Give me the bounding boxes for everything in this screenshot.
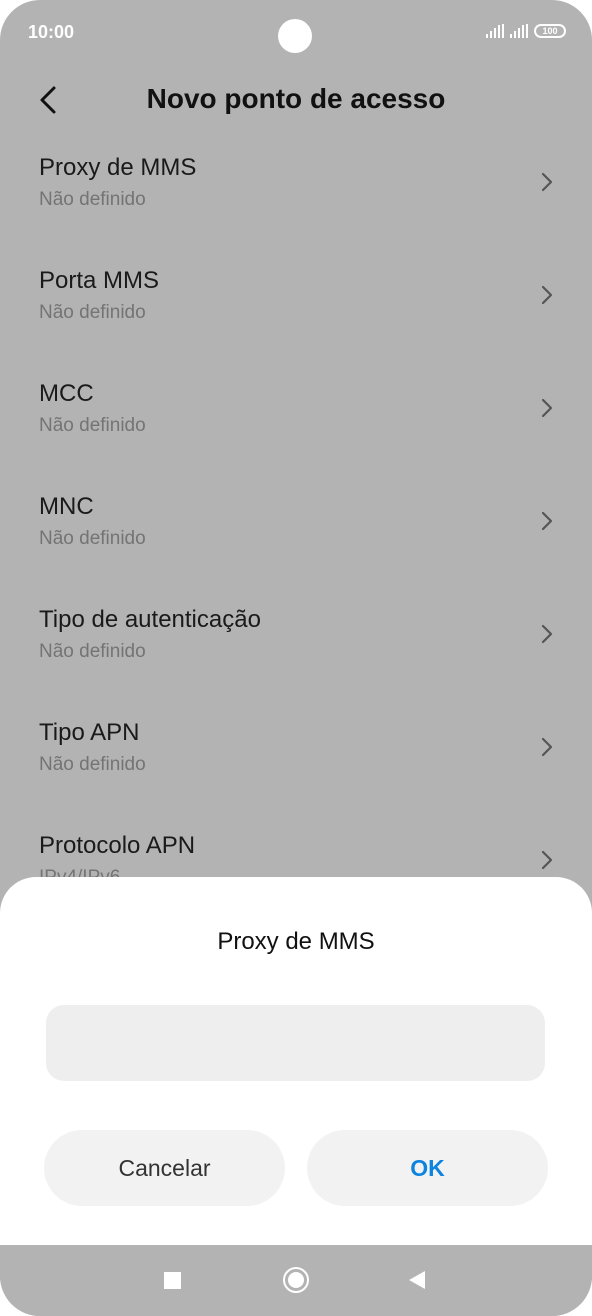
setting-row-porta-mms[interactable]: Porta MMS Não definido — [0, 253, 592, 366]
chevron-right-icon — [541, 511, 553, 531]
setting-value: Não definido — [39, 528, 146, 549]
front-camera — [278, 19, 312, 53]
setting-label: MCC — [39, 380, 94, 407]
home-icon[interactable] — [283, 1267, 309, 1293]
setting-label: MNC — [39, 493, 94, 520]
setting-label: Protocolo APN — [39, 832, 196, 859]
chevron-right-icon — [541, 624, 553, 644]
setting-value: Não definido — [39, 641, 146, 662]
page-title: Novo ponto de acesso — [146, 83, 446, 114]
setting-row-mcc[interactable]: MCC Não definido — [0, 366, 592, 479]
setting-row-tipo-autenticacao[interactable]: Tipo de autenticação Não definido — [0, 592, 592, 705]
cancel-button[interactable]: Cancelar — [44, 1130, 285, 1206]
status-icons: 100 — [486, 24, 566, 38]
chevron-right-icon — [541, 737, 553, 757]
screen: 10:00 100 Novo ponto de acesso Proxy de … — [0, 0, 592, 1316]
signal-icon — [510, 24, 528, 38]
setting-label: Tipo de autenticação — [39, 606, 261, 633]
setting-label: Porta MMS — [39, 267, 160, 294]
status-time: 10:00 — [28, 22, 75, 42]
dialog-title: Proxy de MMS — [217, 928, 375, 955]
setting-value: Não definido — [39, 754, 146, 775]
navigation-bar — [0, 1245, 592, 1316]
setting-row-proxy-mms[interactable]: Proxy de MMS Não definido — [0, 140, 592, 253]
signal-icon — [486, 24, 504, 38]
setting-label: Tipo APN — [39, 719, 140, 746]
chevron-right-icon — [541, 285, 553, 305]
settings-list: Proxy de MMS Não definido Porta MMS Não … — [0, 140, 592, 931]
setting-value: Não definido — [39, 189, 146, 210]
battery-icon: 100 — [534, 24, 566, 38]
ok-button[interactable]: OK — [307, 1130, 548, 1206]
setting-value: Não definido — [39, 302, 146, 323]
recent-apps-icon[interactable] — [164, 1272, 181, 1289]
setting-value: Não definido — [39, 415, 146, 436]
proxy-mms-dialog: Proxy de MMS Cancelar OK — [0, 877, 592, 1245]
setting-label: Proxy de MMS — [39, 154, 197, 181]
chevron-right-icon — [541, 172, 553, 192]
chevron-right-icon — [541, 850, 553, 870]
proxy-mms-input[interactable] — [46, 1005, 545, 1081]
setting-row-mnc[interactable]: MNC Não definido — [0, 479, 592, 592]
setting-row-tipo-apn[interactable]: Tipo APN Não definido — [0, 705, 592, 818]
chevron-right-icon — [541, 398, 553, 418]
nav-back-icon[interactable] — [408, 1270, 426, 1290]
